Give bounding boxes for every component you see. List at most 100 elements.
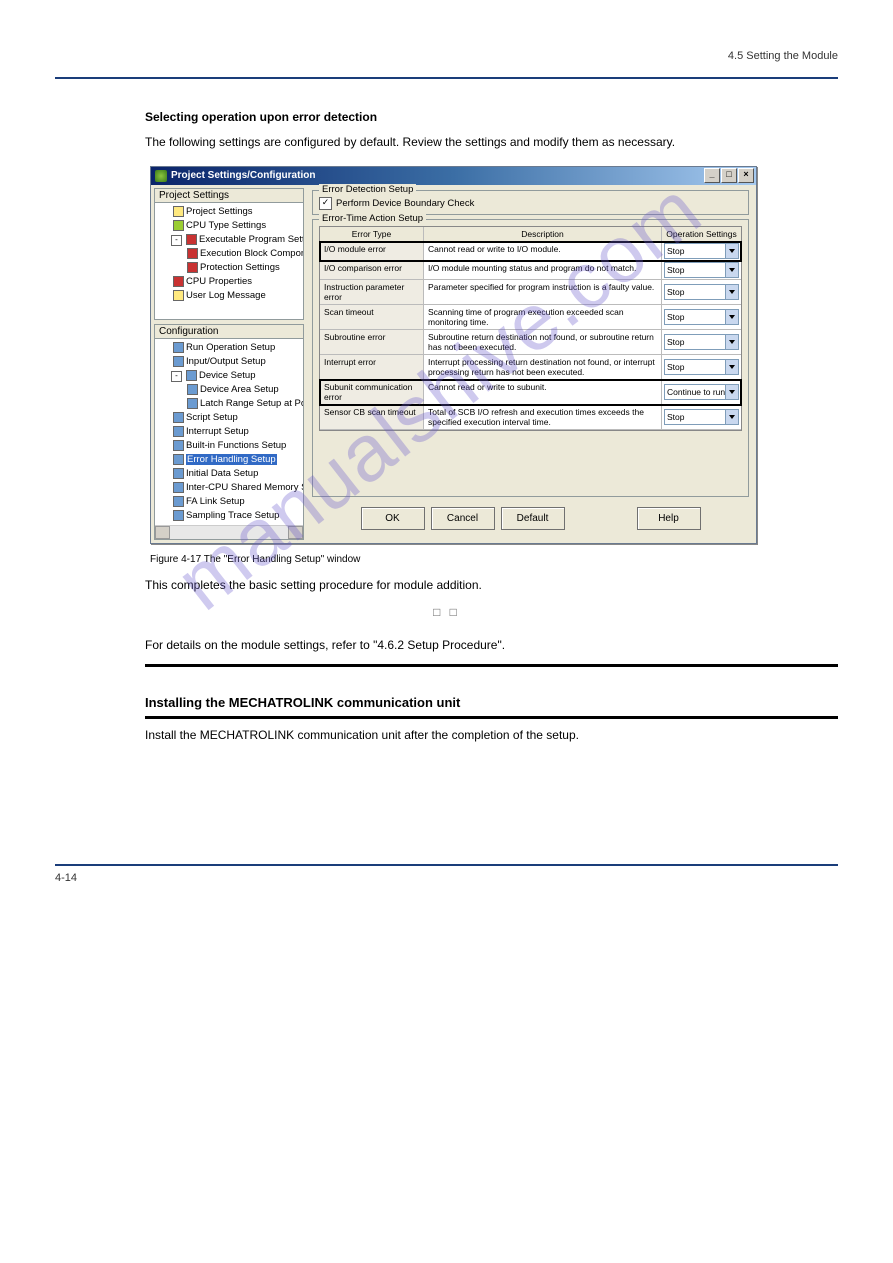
grid-row: Scan timeoutScanning time of program exe… <box>320 305 741 330</box>
group-title-action: Error-Time Action Setup <box>319 213 426 224</box>
cell-description: Cannot read or write to subunit. <box>424 380 662 404</box>
dialog-title: Project Settings/Configuration <box>171 170 315 181</box>
section-body: Install the MECHATROLINK communication u… <box>145 727 808 744</box>
cell-error-type: I/O module error <box>320 242 424 260</box>
grid-row: I/O module errorCannot read or write to … <box>320 242 741 261</box>
dialog-project-settings: Project Settings/Configuration _ □ × Pro… <box>150 166 757 544</box>
titlebar[interactable]: Project Settings/Configuration _ □ × <box>151 167 756 185</box>
cell-error-type: Interrupt error <box>320 355 424 379</box>
footer-rule <box>55 864 838 866</box>
tree-node[interactable]: -Executable Program Settings <box>157 233 301 247</box>
grid-row: I/O comparison errorI/O module mounting … <box>320 261 741 280</box>
checkbox-boundary-check[interactable]: ✓ Perform Device Boundary Check <box>319 197 742 210</box>
tree-node[interactable]: Script Setup <box>157 411 301 425</box>
grid-row: Subroutine errorSubroutine return destin… <box>320 330 741 355</box>
horizontal-scrollbar[interactable] <box>155 525 303 539</box>
intro-text: The following settings are configured by… <box>145 134 808 151</box>
configuration-pane: Configuration Run Operation SetupInput/O… <box>154 324 304 540</box>
button-bar: OK Cancel Default Help <box>308 499 753 540</box>
project-tree[interactable]: Project SettingsCPU Type Settings-Execut… <box>155 203 303 319</box>
ok-button[interactable]: OK <box>361 507 425 530</box>
cell-operation: Stop <box>662 242 741 260</box>
cell-operation: Continue to run <box>662 380 741 404</box>
operation-dropdown[interactable]: Stop <box>664 359 739 375</box>
minimize-button[interactable]: _ <box>704 168 720 183</box>
operation-dropdown[interactable]: Stop <box>664 409 739 425</box>
checkbox-icon: ✓ <box>319 197 332 210</box>
operation-dropdown[interactable]: Stop <box>664 284 739 300</box>
tree-node[interactable]: Device Area Setup <box>157 383 301 397</box>
tree-node[interactable]: CPU Type Settings <box>157 219 301 233</box>
cell-error-type: I/O comparison error <box>320 261 424 279</box>
tree-node[interactable]: Project Settings <box>157 205 301 219</box>
tree-node[interactable]: Protection Settings <box>157 261 301 275</box>
col-description: Description <box>424 227 662 241</box>
tree-node[interactable]: User Log Message <box>157 289 301 303</box>
group-error-action: Error-Time Action Setup Error Type Descr… <box>312 219 749 497</box>
cell-error-type: Subunit communication error <box>320 380 424 404</box>
tree-node[interactable]: Run Operation Setup <box>157 341 301 355</box>
tree-node[interactable]: Latch Range Setup at Power <box>157 397 301 411</box>
maximize-button[interactable]: □ <box>721 168 737 183</box>
cell-operation: Stop <box>662 330 741 354</box>
project-settings-pane: Project Settings Project SettingsCPU Typ… <box>154 188 304 320</box>
tree-node[interactable]: FA Link Setup <box>157 495 301 509</box>
tree-node[interactable]: Initial Data Setup <box>157 467 301 481</box>
error-grid: Error Type Description Operation Setting… <box>319 226 742 431</box>
operation-dropdown[interactable]: Continue to run <box>664 384 739 400</box>
operation-dropdown[interactable]: Stop <box>664 243 739 259</box>
pane-title-project: Project Settings <box>155 189 303 203</box>
cell-description: Parameter specified for program instruct… <box>424 280 662 304</box>
config-tree[interactable]: Run Operation SetupInput/Output Setup-De… <box>155 339 303 525</box>
cell-operation: Stop <box>662 355 741 379</box>
tree-node[interactable]: Inter-CPU Shared Memory Setup <box>157 481 301 495</box>
tree-node[interactable]: Built-in Functions Setup <box>157 439 301 453</box>
cell-error-type: Sensor CB scan timeout <box>320 405 424 429</box>
cancel-button[interactable]: Cancel <box>431 507 495 530</box>
grid-row: Interrupt errorInterrupt processing retu… <box>320 355 741 380</box>
cell-operation: Stop <box>662 305 741 329</box>
figure-caption: Figure 4-17 The "Error Handling Setup" w… <box>150 554 838 565</box>
close-button[interactable]: × <box>738 168 754 183</box>
tree-node[interactable]: Execution Block Components <box>157 247 301 261</box>
tree-node[interactable]: Error Handling Setup <box>157 453 301 467</box>
grid-row: Subunit communication errorCannot read o… <box>320 380 741 405</box>
section-title-install: Installing the MECHATROLINK communicatio… <box>145 695 838 710</box>
group-title-detect: Error Detection Setup <box>319 184 416 195</box>
col-error-type: Error Type <box>320 227 424 241</box>
after-fig-1: This completes the basic setting procedu… <box>145 577 808 594</box>
intro-bold: Selecting operation upon error detection <box>145 109 808 126</box>
checkbox-label: Perform Device Boundary Check <box>336 198 474 209</box>
group-error-detection: Error Detection Setup ✓ Perform Device B… <box>312 190 749 215</box>
help-button[interactable]: Help <box>637 507 701 530</box>
operation-dropdown[interactable]: Stop <box>664 309 739 325</box>
tree-node[interactable]: -Device Setup <box>157 369 301 383</box>
cell-error-type: Instruction parameter error <box>320 280 424 304</box>
cell-operation: Stop <box>662 405 741 429</box>
operation-dropdown[interactable]: Stop <box>664 334 739 350</box>
cell-description: Interrupt processing return destination … <box>424 355 662 379</box>
tree-node[interactable]: Sampling Trace Setup <box>157 509 301 523</box>
grid-row: Instruction parameter errorParameter spe… <box>320 280 741 305</box>
operation-dropdown[interactable]: Stop <box>664 262 739 278</box>
cell-description: Scanning time of program execution excee… <box>424 305 662 329</box>
cell-operation: Stop <box>662 261 741 279</box>
pane-title-config: Configuration <box>155 325 303 339</box>
default-button[interactable]: Default <box>501 507 565 530</box>
cell-description: I/O module mounting status and program d… <box>424 261 662 279</box>
page-number: 4-14 <box>55 872 838 884</box>
cell-description: Subroutine return destination not found,… <box>424 330 662 354</box>
cell-error-type: Subroutine error <box>320 330 424 354</box>
tree-node[interactable]: Interrupt Setup <box>157 425 301 439</box>
black-rule-2 <box>145 716 838 719</box>
cell-description: Cannot read or write to I/O module. <box>424 242 662 260</box>
cell-error-type: Scan timeout <box>320 305 424 329</box>
tree-node[interactable]: Input/Output Setup <box>157 355 301 369</box>
app-icon <box>155 170 167 182</box>
col-operation: Operation Settings <box>662 227 741 241</box>
tree-node[interactable]: CPU Properties <box>157 275 301 289</box>
after-fig-2: For details on the module settings, refe… <box>145 637 808 654</box>
cell-description: Total of SCB I/O refresh and execution t… <box>424 405 662 429</box>
grid-row: Sensor CB scan timeoutTotal of SCB I/O r… <box>320 405 741 430</box>
black-rule-1 <box>145 664 838 667</box>
